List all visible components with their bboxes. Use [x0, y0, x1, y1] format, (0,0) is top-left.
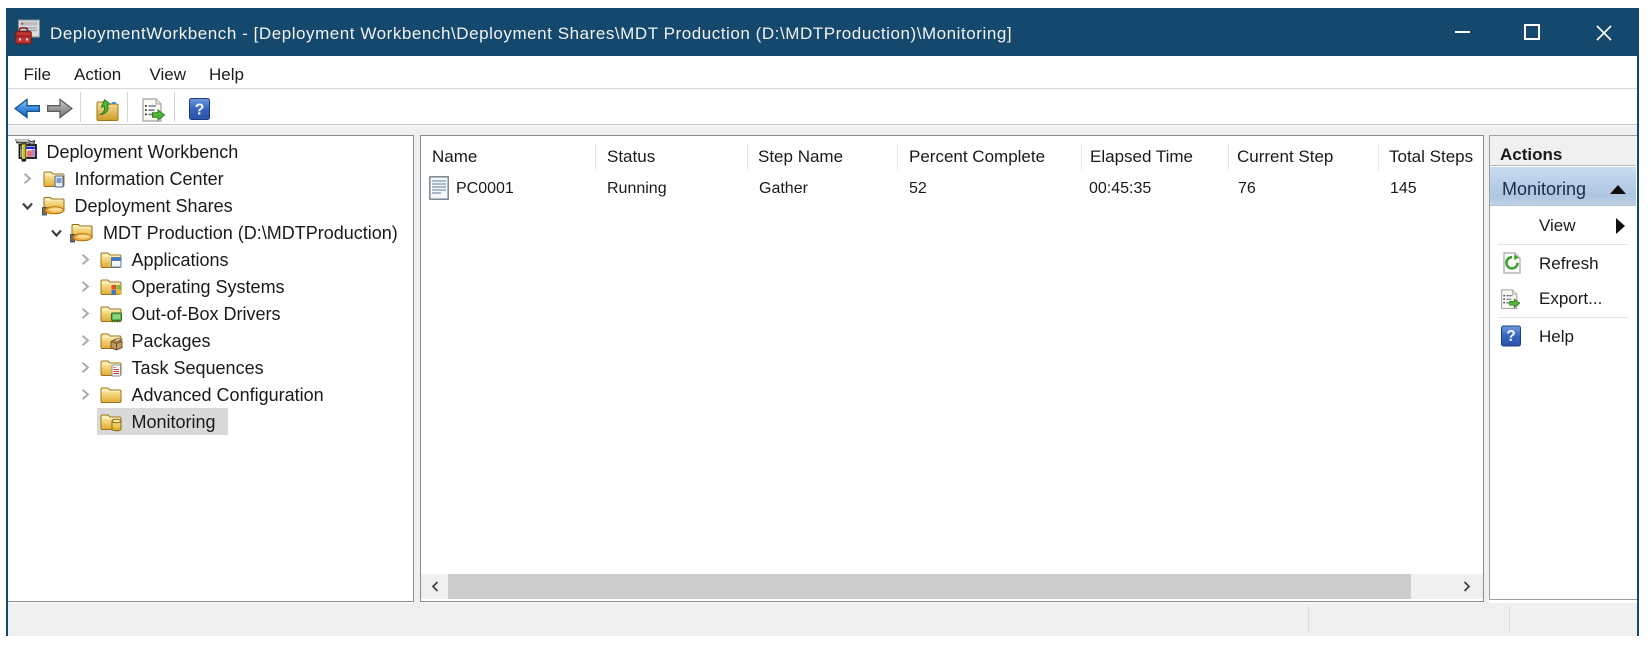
svg-text:?: ? — [1506, 328, 1515, 345]
svg-text:?: ? — [195, 102, 205, 119]
